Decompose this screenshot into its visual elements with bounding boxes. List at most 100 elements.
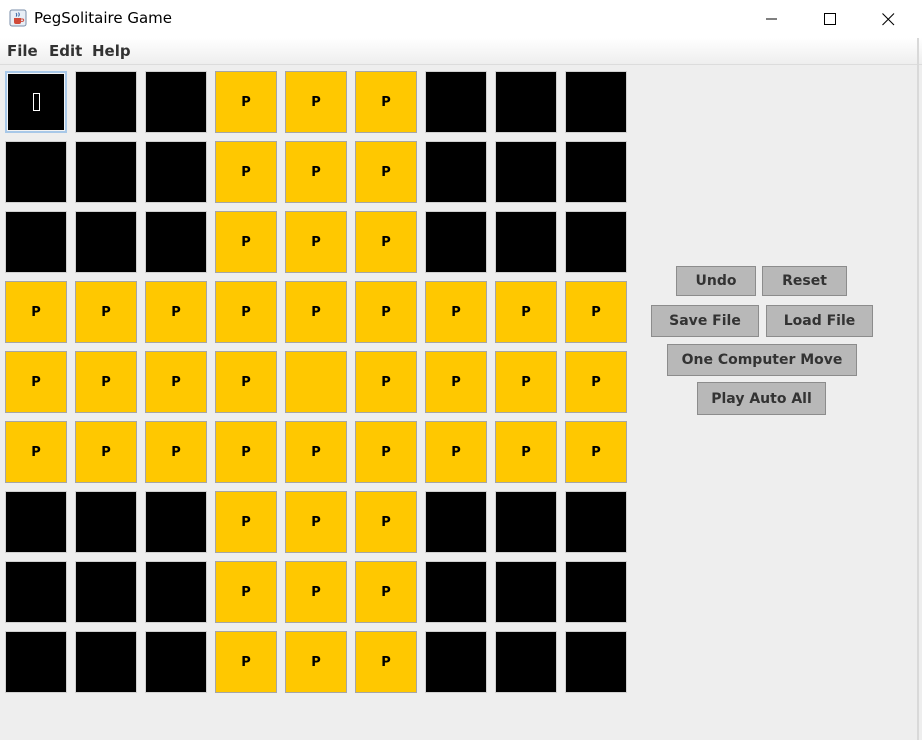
blocked-cell[interactable] (425, 491, 487, 553)
reset-button[interactable]: Reset (762, 266, 847, 296)
blocked-cell[interactable] (495, 631, 557, 693)
peg-cell[interactable]: P (285, 561, 347, 623)
blocked-cell[interactable] (5, 491, 67, 553)
one-computer-move-button[interactable]: One Computer Move (667, 344, 857, 376)
peg-cell[interactable]: P (215, 211, 277, 273)
peg-cell[interactable]: P (5, 351, 67, 413)
peg-cell[interactable]: P (5, 421, 67, 483)
blocked-cell[interactable] (75, 561, 137, 623)
blocked-cell[interactable] (495, 141, 557, 203)
blocked-cell[interactable] (75, 71, 137, 133)
peg-cell[interactable]: P (355, 71, 417, 133)
undo-button[interactable]: Undo (676, 266, 756, 296)
peg-cell[interactable]: P (425, 421, 487, 483)
blocked-cell-focused[interactable] (5, 71, 67, 133)
blocked-cell[interactable] (75, 141, 137, 203)
peg-cell[interactable]: P (215, 561, 277, 623)
blocked-cell[interactable] (5, 561, 67, 623)
peg-label: P (31, 304, 41, 320)
peg-label: P (31, 374, 41, 390)
peg-cell[interactable]: P (355, 351, 417, 413)
blocked-cell[interactable] (425, 71, 487, 133)
empty-hole-cell[interactable] (285, 351, 347, 413)
blocked-cell[interactable] (425, 141, 487, 203)
blocked-cell[interactable] (425, 561, 487, 623)
peg-cell[interactable]: P (355, 561, 417, 623)
peg-cell[interactable]: P (285, 491, 347, 553)
peg-cell[interactable]: P (285, 281, 347, 343)
peg-cell[interactable]: P (5, 281, 67, 343)
peg-cell[interactable]: P (565, 351, 627, 413)
blocked-cell[interactable] (145, 141, 207, 203)
peg-cell[interactable]: P (425, 351, 487, 413)
window-frame-edge (917, 38, 919, 740)
peg-cell[interactable]: P (215, 281, 277, 343)
peg-cell[interactable]: P (495, 281, 557, 343)
peg-cell[interactable]: P (285, 421, 347, 483)
peg-cell[interactable]: P (355, 281, 417, 343)
peg-cell[interactable]: P (215, 71, 277, 133)
peg-cell[interactable]: P (355, 421, 417, 483)
blocked-cell[interactable] (5, 631, 67, 693)
save-file-button[interactable]: Save File (651, 305, 759, 337)
blocked-cell[interactable] (425, 211, 487, 273)
blocked-cell[interactable] (145, 631, 207, 693)
peg-label: P (381, 584, 391, 600)
blocked-cell[interactable] (495, 71, 557, 133)
peg-cell[interactable]: P (355, 491, 417, 553)
peg-cell[interactable]: P (145, 421, 207, 483)
peg-cell[interactable]: P (215, 491, 277, 553)
blocked-cell[interactable] (145, 71, 207, 133)
blocked-cell[interactable] (495, 211, 557, 273)
maximize-icon (823, 12, 836, 25)
blocked-cell[interactable] (565, 491, 627, 553)
peg-cell[interactable]: P (355, 141, 417, 203)
blocked-cell[interactable] (5, 211, 67, 273)
blocked-cell[interactable] (145, 561, 207, 623)
peg-cell[interactable]: P (425, 281, 487, 343)
minimize-button[interactable] (743, 0, 801, 38)
blocked-cell[interactable] (75, 491, 137, 553)
peg-cell[interactable]: P (75, 281, 137, 343)
peg-cell[interactable]: P (215, 141, 277, 203)
menu-file[interactable]: File (7, 42, 38, 60)
blocked-cell[interactable] (565, 631, 627, 693)
peg-cell[interactable]: P (495, 351, 557, 413)
blocked-cell[interactable] (495, 491, 557, 553)
peg-cell[interactable]: P (355, 631, 417, 693)
menu-edit[interactable]: Edit (49, 42, 82, 60)
blocked-cell[interactable] (145, 491, 207, 553)
blocked-cell[interactable] (565, 561, 627, 623)
peg-cell[interactable]: P (285, 71, 347, 133)
peg-cell[interactable]: P (355, 211, 417, 273)
blocked-cell[interactable] (565, 71, 627, 133)
blocked-cell[interactable] (565, 211, 627, 273)
peg-cell[interactable]: P (215, 421, 277, 483)
peg-cell[interactable]: P (565, 421, 627, 483)
play-auto-all-button[interactable]: Play Auto All (697, 382, 826, 415)
peg-label: P (381, 94, 391, 110)
blocked-cell[interactable] (425, 631, 487, 693)
load-file-button[interactable]: Load File (766, 305, 873, 337)
peg-cell[interactable]: P (285, 631, 347, 693)
blocked-cell[interactable] (5, 141, 67, 203)
blocked-cell[interactable] (75, 211, 137, 273)
peg-cell[interactable]: P (145, 281, 207, 343)
peg-label: P (311, 164, 321, 180)
peg-cell[interactable]: P (285, 141, 347, 203)
menu-help[interactable]: Help (92, 42, 131, 60)
blocked-cell[interactable] (495, 561, 557, 623)
peg-cell[interactable]: P (215, 631, 277, 693)
close-button[interactable] (859, 0, 917, 38)
peg-cell[interactable]: P (215, 351, 277, 413)
blocked-cell[interactable] (145, 211, 207, 273)
peg-cell[interactable]: P (75, 351, 137, 413)
maximize-button[interactable] (801, 0, 859, 38)
peg-cell[interactable]: P (495, 421, 557, 483)
peg-cell[interactable]: P (75, 421, 137, 483)
peg-cell[interactable]: P (145, 351, 207, 413)
peg-cell[interactable]: P (565, 281, 627, 343)
blocked-cell[interactable] (75, 631, 137, 693)
blocked-cell[interactable] (565, 141, 627, 203)
peg-cell[interactable]: P (285, 211, 347, 273)
